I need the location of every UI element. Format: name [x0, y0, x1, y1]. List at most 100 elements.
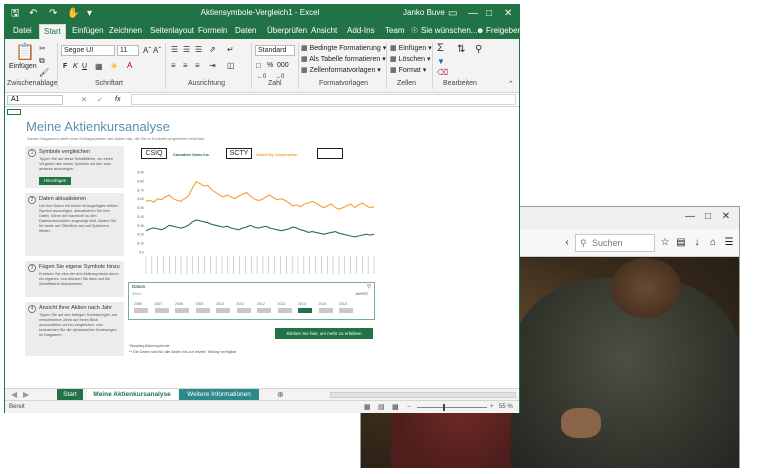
tab-ueberpruefen[interactable]: Überprüfen — [267, 26, 307, 35]
grow-font-icon[interactable]: Aˆ — [143, 46, 151, 56]
redo-icon[interactable]: ↷ — [49, 7, 57, 20]
percent-button[interactable]: % — [267, 62, 273, 69]
font-name-select[interactable]: Segoe UI — [61, 45, 115, 56]
tab-start[interactable]: Start — [39, 24, 66, 39]
orientation-icon[interactable]: ⇗ — [209, 45, 216, 55]
menu-icon[interactable]: ☰ — [723, 236, 735, 249]
align-right-icon[interactable]: ≡ — [195, 61, 200, 71]
formula-input[interactable] — [131, 94, 516, 105]
ribbon-options-icon[interactable]: ▭ — [448, 7, 457, 20]
delete-cells-button[interactable]: ▦ Löschen ▾ — [390, 55, 431, 63]
zoom-in-icon[interactable]: + — [490, 404, 494, 410]
cancel-icon[interactable]: ✕ — [81, 96, 87, 104]
star-icon[interactable]: ☆ — [659, 236, 671, 249]
name-box[interactable]: A1 — [7, 95, 63, 105]
align-left-icon[interactable]: ≡ — [171, 61, 176, 71]
fill-icon[interactable]: ▼ — [437, 57, 445, 67]
customize-icon[interactable]: ▾ — [87, 7, 92, 20]
normal-view-icon[interactable]: ▦ — [364, 403, 371, 411]
bold-button[interactable]: F — [63, 63, 67, 70]
timeline-year-cell[interactable] — [339, 308, 353, 313]
close-icon[interactable]: ✕ — [719, 210, 733, 224]
shrink-font-icon[interactable]: Aˇ — [153, 46, 161, 56]
date-timeline-slicer[interactable]: Datum ▽ 2014 JAHRE 2006 2007 2008 2009 2010 2… — [128, 282, 375, 320]
align-middle-icon[interactable]: ☰ — [183, 45, 190, 55]
zoom-level[interactable]: 55 % — [499, 404, 513, 410]
align-bottom-icon[interactable]: ☰ — [195, 45, 202, 55]
clipboard-icon[interactable]: ▤ — [675, 236, 687, 249]
currency-icon[interactable]: □ — [256, 61, 261, 71]
tab-seitenlayout[interactable]: Seitenlayout — [150, 26, 194, 35]
series-line[interactable] — [145, 219, 375, 238]
timeline-year-cell[interactable] — [298, 308, 312, 313]
copy-icon[interactable]: ⧉ — [39, 56, 45, 66]
save-icon[interactable]: 🖫 — [11, 7, 20, 20]
tab-daten[interactable]: Daten — [235, 26, 256, 35]
enter-icon[interactable]: ✓ — [97, 96, 103, 104]
reload-icon[interactable]: ‹ — [561, 236, 573, 249]
timeline-year-cell[interactable] — [154, 308, 169, 313]
underline-button[interactable]: U — [82, 63, 87, 70]
collapse-ribbon-icon[interactable]: ⌃ — [508, 80, 514, 90]
insert-cells-button[interactable]: ▦ Einfügen ▾ — [390, 44, 432, 52]
clear-filter-icon[interactable]: ▽ — [367, 284, 371, 290]
zoom-slider-thumb[interactable] — [443, 404, 445, 411]
maximize-icon[interactable]: □ — [701, 210, 715, 224]
align-center-icon[interactable]: ≡ — [183, 61, 188, 71]
horizontal-scrollbar[interactable] — [330, 392, 516, 398]
home-icon[interactable]: ⌂ — [707, 236, 719, 249]
paste-button[interactable]: Einfügen — [9, 63, 37, 70]
clear-icon[interactable]: ⌫ — [437, 68, 448, 78]
download-icon[interactable]: ↓ — [691, 236, 703, 249]
minimize-icon[interactable]: — — [468, 7, 478, 20]
format-cells-button[interactable]: ▦ Format ▾ — [390, 66, 426, 74]
timeline-year-cell[interactable] — [175, 308, 189, 313]
close-icon[interactable]: ✕ — [504, 7, 512, 20]
border-icon[interactable]: ▦ — [95, 62, 103, 72]
wrap-text-icon[interactable]: ↵ — [227, 45, 234, 55]
minimize-icon[interactable]: — — [683, 210, 697, 224]
active-cell[interactable] — [7, 109, 21, 115]
symbol-input-3[interactable] — [317, 148, 343, 159]
align-top-icon[interactable]: ☰ — [171, 45, 178, 55]
timeline-year-cell[interactable] — [134, 308, 148, 313]
format-as-table-button[interactable]: ▦ Als Tabelle formatieren ▾ — [301, 55, 386, 63]
font-color-icon[interactable]: A — [127, 61, 132, 71]
timeline-mode[interactable]: JAHRE — [355, 291, 368, 296]
tab-zeichnen[interactable]: Zeichnen — [109, 26, 142, 35]
timeline-year-cell[interactable] — [216, 308, 230, 313]
tab-addins[interactable]: Add-Ins — [347, 26, 375, 35]
find-icon[interactable]: ⚲ — [475, 45, 482, 55]
timeline-year-cell[interactable] — [257, 308, 271, 313]
tab-team[interactable]: Team — [385, 26, 405, 35]
symbol-input-2[interactable]: SCTY — [226, 148, 252, 159]
thousands-button[interactable]: 000 — [277, 62, 289, 69]
zoom-out-icon[interactable]: − — [407, 404, 411, 410]
autosum-icon[interactable]: Σ — [437, 43, 444, 54]
page-break-view-icon[interactable]: ▩ — [392, 403, 399, 411]
tab-formeln[interactable]: Formeln — [198, 26, 227, 35]
stock-price-chart[interactable]: $ 90 $ 80 $ 70 $ 60 $ 50 $ 40 $ 30 $ 20 $ 10 $ 0 — [130, 168, 380, 280]
worksheet[interactable]: Meine Aktienkursanalyse Dieses Diagramm … — [5, 108, 519, 388]
page-layout-view-icon[interactable]: ▤ — [378, 403, 385, 411]
conditional-format-button[interactable]: ▦ Bedingte Formatierung ▾ — [301, 44, 386, 52]
timeline-year-cell[interactable] — [277, 308, 292, 313]
undo-icon[interactable]: ↶ — [29, 7, 37, 20]
timeline-year-cell[interactable] — [195, 308, 210, 313]
font-size-select[interactable]: 11 — [117, 45, 139, 56]
next-sheet-icon[interactable]: ▶ — [23, 390, 29, 400]
share-button[interactable]: Freigeben — [486, 26, 522, 35]
touch-mode-icon[interactable]: ✋ — [67, 7, 79, 20]
symbol-input-1[interactable]: CSIQ — [141, 148, 167, 159]
merge-icon[interactable]: ◫ — [227, 61, 235, 71]
user-name[interactable]: Janko Buve — [403, 8, 445, 17]
zoom-slider[interactable] — [417, 407, 487, 408]
number-format-select[interactable]: Standard — [255, 45, 295, 56]
add-sheet-icon[interactable]: ⊕ — [277, 390, 284, 400]
sort-filter-icon[interactable]: ⇅ — [457, 45, 465, 55]
timeline-year-cell[interactable] — [318, 308, 333, 313]
tab-datei[interactable]: Datei — [13, 26, 32, 35]
paste-icon[interactable]: 📋 — [15, 45, 35, 61]
increase-decimal-icon[interactable]: ←0 — [257, 72, 266, 82]
tab-ansicht[interactable]: Ansicht — [311, 26, 337, 35]
